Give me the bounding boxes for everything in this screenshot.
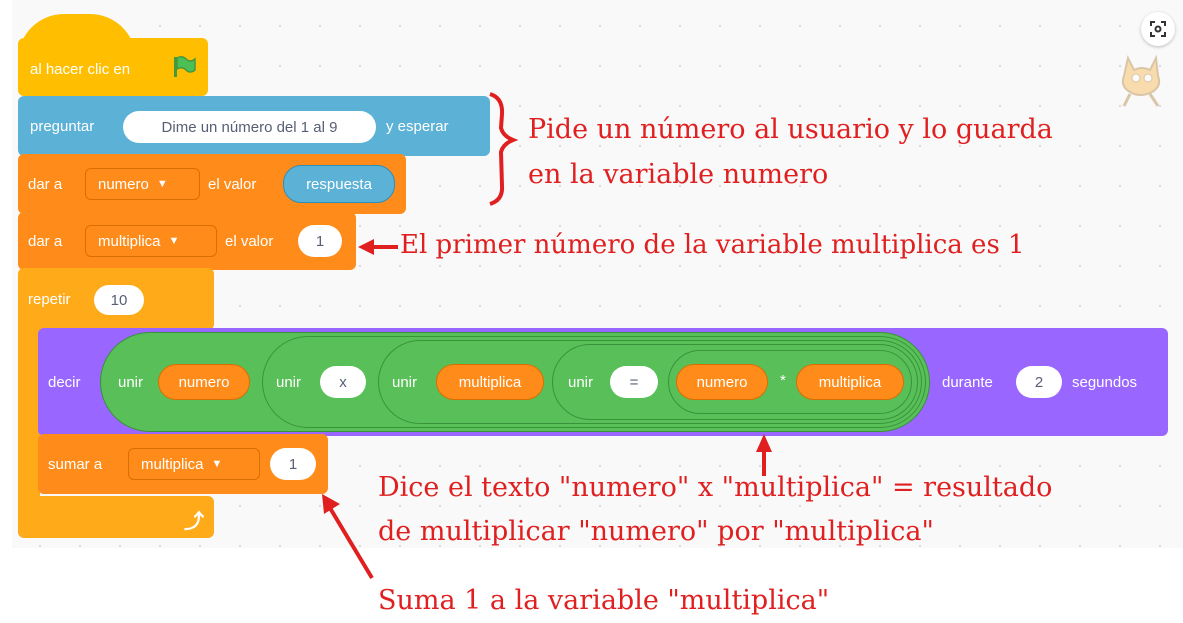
repeat-count-input[interactable]: 10 (94, 285, 144, 315)
join-label: unir (276, 374, 302, 391)
set-label: dar a (28, 176, 63, 193)
annotation-first-value: El primer número de la variable multipli… (400, 230, 1025, 260)
seconds-label: segundos (1072, 374, 1138, 391)
respuesta-reporter[interactable]: respuesta (283, 165, 395, 203)
variable-dropdown-multiplica[interactable]: multiplica ▼ (128, 448, 260, 480)
chevron-down-icon: ▼ (168, 235, 180, 247)
change-value-input[interactable]: 1 (270, 448, 316, 480)
dropdown-value: multiplica (141, 455, 204, 473)
during-label: durante (942, 374, 993, 391)
multiplica-reporter[interactable]: multiplica (436, 364, 544, 400)
chevron-down-icon: ▼ (156, 178, 168, 190)
loop-arrow-icon: ⤴ (184, 511, 204, 533)
annotation-ask-line1: Pide un número al usuario y lo guarda (528, 114, 1053, 145)
annotation-say-line1: Dice el texto "numero" x "multiplica" = … (378, 472, 1053, 503)
multiplica-reporter[interactable]: multiplica (796, 364, 904, 400)
variable-dropdown-multiplica[interactable]: multiplica ▼ (85, 225, 217, 257)
ask-label: preguntar (30, 118, 95, 135)
ask-suffix-label: y esperar (386, 118, 449, 135)
scratch-cat-icon (1110, 50, 1170, 110)
hat-label: al hacer clic en (30, 61, 131, 78)
dropdown-value: multiplica (98, 232, 161, 250)
repeat-label: repetir (28, 291, 71, 308)
numero-reporter[interactable]: numero (676, 364, 768, 400)
join-label: unir (392, 374, 418, 391)
green-flag-icon (172, 55, 198, 79)
annotation-change: Suma 1 a la variable "multiplica" (378, 585, 830, 616)
seconds-input[interactable]: 2 (1016, 366, 1062, 398)
join-label: unir (568, 374, 594, 391)
value-label: el valor (225, 233, 274, 250)
dropdown-value: numero (98, 175, 149, 193)
equals-text-input[interactable]: = (610, 366, 658, 398)
repeat-block-arm (18, 320, 40, 500)
multiply-operator-label: * (780, 372, 786, 389)
change-label: sumar a (48, 456, 103, 473)
initial-value-input[interactable]: 1 (298, 225, 342, 257)
annotation-ask-line2: en la variable numero (528, 159, 829, 190)
annotation-say-line2: de multiplicar "numero" por "multiplica" (378, 516, 934, 547)
join-label: unir (118, 374, 144, 391)
value-label: el valor (208, 176, 257, 193)
numero-reporter[interactable]: numero (158, 364, 250, 400)
variable-dropdown-numero[interactable]: numero ▼ (85, 168, 200, 200)
focus-icon[interactable] (1141, 12, 1175, 46)
say-label: decir (48, 374, 81, 391)
x-text-input[interactable]: x (320, 366, 366, 398)
chevron-down-icon: ▼ (211, 458, 223, 470)
set-label: dar a (28, 233, 63, 250)
question-input[interactable]: Dime un número del 1 al 9 (123, 111, 376, 143)
